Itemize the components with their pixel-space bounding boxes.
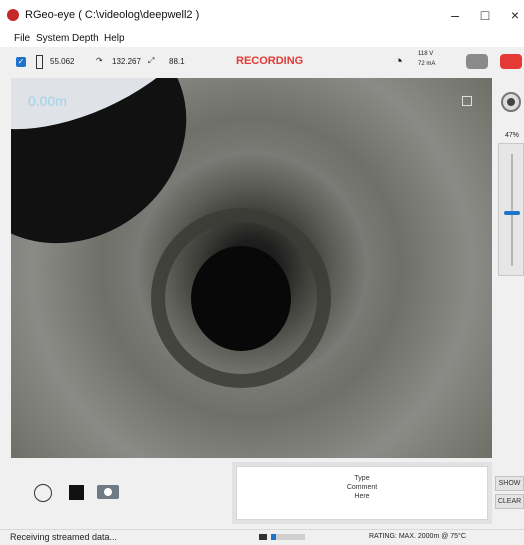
record-toggle-button[interactable] [500,54,522,69]
tilt-icon: ↷ [96,56,103,65]
menu-depth[interactable]: Depth [72,33,99,44]
battery-icon [36,55,43,69]
window-title: RGeo-eye ( C:\videolog\deepwell2 ) [25,9,200,21]
progress-fill [271,534,276,540]
camera-icon[interactable] [97,485,119,499]
current-value: 72 mA [418,61,436,67]
close-button[interactable]: × [504,6,524,24]
borehole-opening [191,246,291,351]
progress-bar [271,534,305,540]
voltage-value: 118 V [418,51,434,57]
show-button[interactable]: SHOW [495,476,524,491]
gauge-icon: ◔ [394,53,404,70]
record-circle-button[interactable] [34,484,52,502]
recording-label: RECORDING [236,55,304,67]
angle-value: 88.1 [169,57,185,66]
angle-icon: ⤢ [148,56,155,65]
app-logo-icon [7,9,19,21]
stop-button[interactable] [69,485,84,500]
pause-toggle-button[interactable] [466,54,488,69]
menu-help[interactable]: Help [104,33,125,44]
menu-system[interactable]: System [36,33,69,44]
enable-checkbox[interactable]: ✓ [16,57,26,67]
slider-track [511,154,513,266]
rating-text: RATING: MAX. 2000m @ 75°C [369,533,466,540]
minimize-button[interactable]: – [444,6,466,24]
status-icon [259,534,267,540]
slider-thumb[interactable] [504,211,520,216]
title-bar: RGeo-eye ( C:\videolog\deepwell2 ) – □ × [0,0,524,32]
maximize-button[interactable]: □ [474,6,496,24]
brightness-slider[interactable] [498,143,524,276]
menu-bar: File System Depth Help [0,31,524,47]
snapshot-record-button[interactable] [501,92,521,112]
controls-bar: Type Comment Here SHOW CLEAR [0,458,524,529]
video-feed [11,78,492,458]
comment-box[interactable]: Type Comment Here [236,466,488,520]
battery-value: 55.062 [50,57,75,66]
menu-file[interactable]: File [14,33,30,44]
toolbar: ✓ 55.062 ↷ 132.267 ⤢ 88.1 RECORDING ◔ 11… [0,47,524,77]
status-message: Receiving streamed data... [10,532,118,542]
depth-readout: 0.00m [28,93,67,109]
clear-button[interactable]: CLEAR [495,494,524,509]
status-bar: Receiving streamed data... RATING: MAX. … [0,529,524,545]
comment-placeholder: Type Comment Here [346,475,378,500]
brightness-percent: 47% [505,132,520,139]
fullscreen-icon[interactable] [462,96,472,106]
tilt-value: 132.267 [112,57,141,66]
